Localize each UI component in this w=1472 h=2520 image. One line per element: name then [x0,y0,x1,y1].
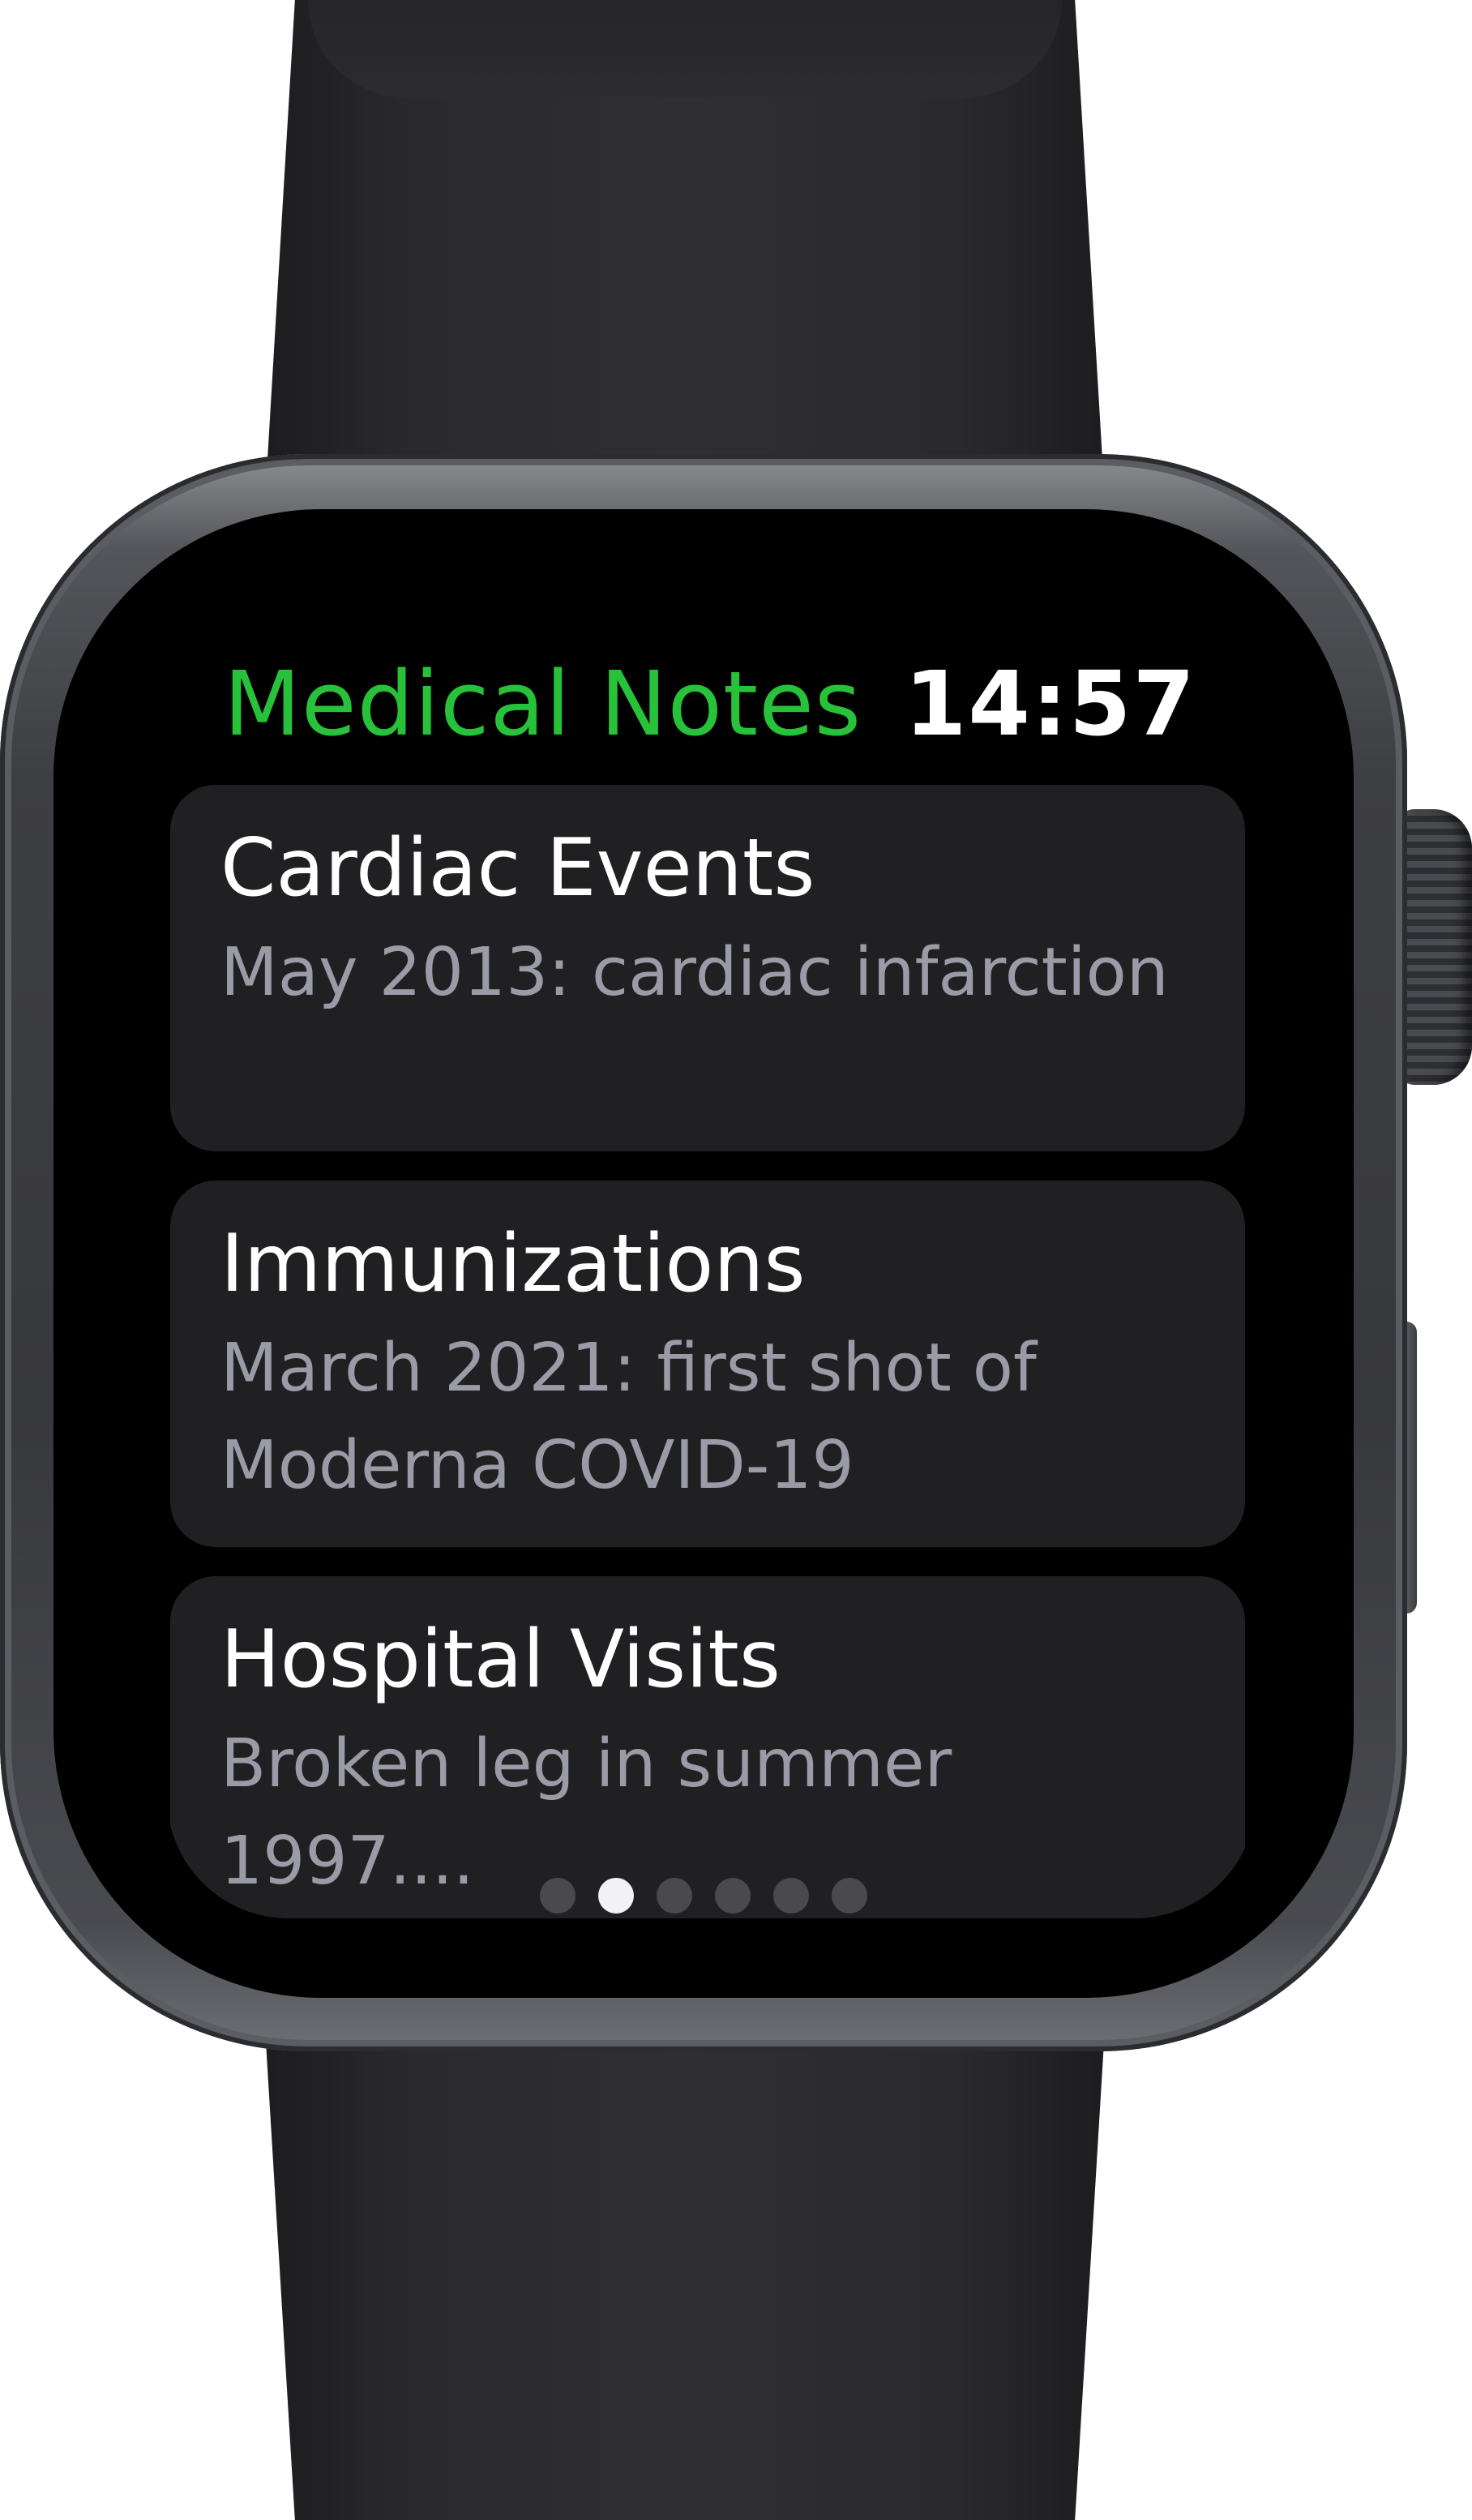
note-title: Hospital Visits [220,1614,781,1706]
note-detail: March 2021: first shot of Moderna COVID-… [220,1330,1037,1504]
note-detail: May 2013: cardiac in­farction [220,934,1169,1011]
page-dot [832,1878,867,1914]
note-card-hospital-visits[interactable]: Hospital Visits Broken leg in summer 199… [170,1576,1245,1918]
note-title: Cardiac Events [220,822,815,915]
status-clock: 14:57 [904,652,1196,756]
page-dot [657,1878,692,1914]
app-title[interactable]: Medical Notes [224,647,862,761]
page-dot [540,1878,576,1914]
note-card-immunizations[interactable]: Immunizations March 2021: first shot of … [170,1181,1245,1547]
watch-screen: Medical Notes 14:57 Cardiac Events May 2… [167,598,1256,1918]
page-dot-active [598,1878,634,1914]
page-dot [715,1878,751,1914]
app-header: Medical Notes 14:57 [224,647,1196,761]
page-indicator[interactable] [540,1873,867,1918]
watch-band-top-cap [308,0,1062,97]
page-dot [773,1878,809,1914]
note-card-cardiac-events[interactable]: Cardiac Events May 2013: cardiac in­farc… [170,785,1245,1151]
note-title: Immunizations [220,1218,806,1310]
